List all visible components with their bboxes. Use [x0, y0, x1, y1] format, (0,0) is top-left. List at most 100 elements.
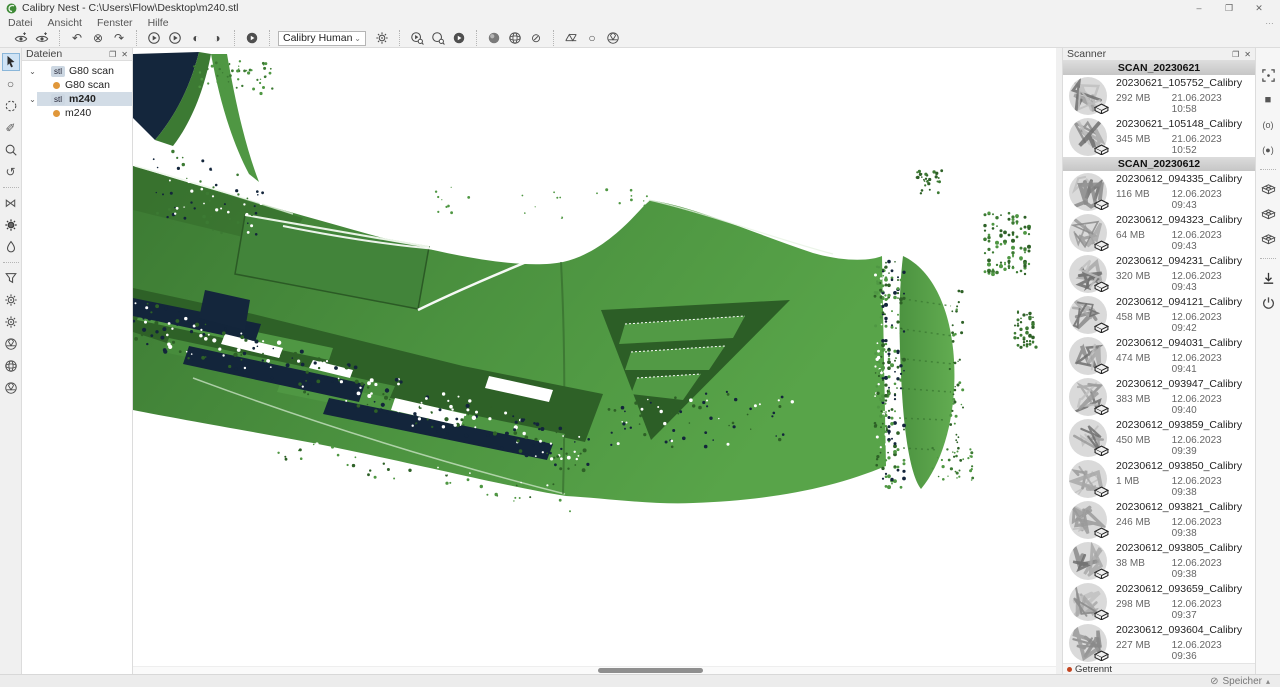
scan-item[interactable]: 20230612_093659_Calibry 298 MB 12.06.202…	[1063, 581, 1255, 622]
lasso-dashed-icon[interactable]	[2, 97, 20, 115]
chevron-expanded-icon[interactable]: ⌄	[28, 67, 37, 76]
play-filled-alt-icon[interactable]	[450, 30, 468, 46]
mesh-edit-gear-icon[interactable]	[2, 313, 20, 331]
scan-thumbnail	[1069, 254, 1109, 293]
tree-item-file[interactable]: ⌄ stl m240	[22, 92, 132, 106]
stl-badge: stl	[51, 93, 65, 105]
filter-funnel-icon[interactable]	[2, 269, 20, 287]
scan-item[interactable]: 20230612_093947_Calibry 383 MB 12.06.202…	[1063, 376, 1255, 417]
horizontal-scrollbar[interactable]	[133, 666, 1056, 674]
menu-ansicht[interactable]: Ansicht	[48, 17, 82, 29]
scan-item[interactable]: 20230612_094121_Calibry 458 MB 12.06.202…	[1063, 294, 1255, 335]
scan-size: 458 MB	[1116, 311, 1151, 323]
selection-rotate-icon[interactable]: ↺	[2, 163, 20, 181]
lasso-circle-icon[interactable]: ○	[2, 75, 20, 93]
scan-date: 12.06.2023 09:42	[1171, 311, 1222, 334]
sphere-shaded-icon[interactable]	[485, 30, 503, 46]
play-alt-icon[interactable]	[166, 30, 184, 46]
scan-item[interactable]: 20230621_105752_Calibry 292 MB 21.06.202…	[1063, 75, 1255, 116]
horizontal-scrollbar-thumb[interactable]	[598, 668, 703, 673]
scan-item[interactable]: 20230612_094335_Calibry 116 MB 12.06.202…	[1063, 171, 1255, 212]
minimize-button[interactable]: –	[1184, 0, 1214, 16]
contrast-right-icon[interactable]: ◑	[208, 30, 226, 46]
expand-up-icon[interactable]: ▴	[1266, 677, 1270, 686]
mesh-preview-3-icon[interactable]	[1258, 230, 1278, 248]
redo-icon[interactable]: ↷	[110, 30, 128, 46]
scan-item[interactable]: 20230621_105148_Calibry 345 MB 21.06.202…	[1063, 116, 1255, 157]
scan-profile-select[interactable]: Calibry Human ⌄	[278, 30, 366, 46]
tree-row-body[interactable]: stl m240	[37, 92, 132, 106]
scan-size: 38 MB	[1116, 557, 1145, 569]
scan-group-header[interactable]: SCAN_20230621	[1063, 61, 1255, 75]
circle-outline-icon[interactable]: ○	[583, 30, 601, 46]
toolbar-group: ◐ ◑	[136, 30, 234, 46]
contrast-left-icon[interactable]: ◐	[187, 30, 205, 46]
play-icon[interactable]	[145, 30, 163, 46]
scan-item[interactable]: 20230612_094231_Calibry 320 MB 12.06.202…	[1063, 253, 1255, 294]
mesh-build-gear-icon[interactable]	[2, 291, 20, 309]
close-panel-icon[interactable]: ✕	[121, 50, 128, 59]
close-panel-icon[interactable]: ✕	[1244, 50, 1251, 59]
tree-item-file[interactable]: ⌄ stl G80 scan	[22, 64, 132, 78]
scan-item[interactable]: 20230612_093821_Calibry 246 MB 12.06.202…	[1063, 499, 1255, 540]
mesh-wire-icon[interactable]	[562, 30, 580, 46]
close-button[interactable]: ✕	[1244, 0, 1274, 16]
sphere-mesh-icon[interactable]	[506, 30, 524, 46]
scan-item[interactable]: 20230612_093805_Calibry 38 MB 12.06.2023…	[1063, 540, 1255, 581]
preset-settings-gear-icon[interactable]	[373, 30, 391, 46]
scan-item[interactable]: 20230612_094031_Calibry 474 MB 12.06.202…	[1063, 335, 1255, 376]
disconnected-dot-icon	[1067, 666, 1072, 672]
align-icon[interactable]: ⋈	[2, 194, 20, 212]
select-pointer-icon[interactable]	[1, 53, 20, 71]
scan-group-header[interactable]: SCAN_20230612	[1063, 157, 1255, 171]
marker-hollow-icon[interactable]: (o)	[1258, 116, 1278, 134]
menu-datei[interactable]: Datei	[8, 17, 33, 29]
smoothing-drop-icon[interactable]	[2, 238, 20, 256]
menu-hilfe[interactable]: Hilfe	[148, 17, 169, 29]
selection-tool-column: ○ ✐ ↺ ⋈	[0, 48, 22, 674]
registration-gear-icon[interactable]	[2, 216, 20, 234]
mesh-preview-2-icon[interactable]	[1258, 205, 1278, 223]
mesh-simplify-icon[interactable]	[2, 335, 20, 353]
scan-item[interactable]: 20230612_093604_Calibry 227 MB 12.06.202…	[1063, 622, 1255, 663]
sphere-tool-icon[interactable]	[2, 379, 20, 397]
marker-filled-icon[interactable]: (●)	[1258, 141, 1278, 159]
storage-status-label[interactable]: Speicher	[1223, 676, 1262, 687]
play-search-icon[interactable]	[408, 30, 426, 46]
scan-thumbnail	[1069, 295, 1109, 334]
menu-fenster[interactable]: Fenster	[97, 17, 133, 29]
window-controls: – ❐ ✕	[1184, 0, 1274, 16]
3d-viewport[interactable]	[133, 48, 1056, 674]
cancel-icon[interactable]: ⊗	[89, 30, 107, 46]
scan-item[interactable]: 20230612_094323_Calibry 64 MB 12.06.2023…	[1063, 212, 1255, 253]
toolbar-overflow-icon[interactable]: …	[1265, 16, 1274, 26]
capture-region-icon[interactable]	[1258, 66, 1278, 84]
download-scan-icon[interactable]	[1258, 269, 1278, 287]
tree-item-scan[interactable]: G80 scan	[22, 78, 132, 92]
tree-row-body[interactable]: stl G80 scan	[37, 64, 132, 78]
mesh-ball-icon[interactable]	[604, 30, 622, 46]
files-panel-title: Dateien	[26, 48, 63, 60]
import-view-icon[interactable]	[12, 30, 30, 46]
stop-scan-icon[interactable]: ■	[1258, 91, 1278, 109]
scan-item[interactable]: 20230612_093850_Calibry 1 MB 12.06.2023 …	[1063, 458, 1255, 499]
import-view-alt-icon[interactable]	[33, 30, 51, 46]
scan-item[interactable]: 20230612_093859_Calibry 450 MB 12.06.202…	[1063, 417, 1255, 458]
sphere-search-icon[interactable]	[429, 30, 447, 46]
scan-date: 12.06.2023 09:43	[1171, 229, 1222, 252]
float-panel-icon[interactable]: ❐	[1232, 50, 1239, 59]
maximize-button[interactable]: ❐	[1214, 0, 1244, 16]
undo-icon[interactable]: ↶	[68, 30, 86, 46]
selection-zoom-icon[interactable]	[2, 141, 20, 159]
texture-sphere-icon[interactable]	[2, 357, 20, 375]
power-icon[interactable]	[1258, 294, 1278, 312]
tree-item-scan[interactable]: m240	[22, 106, 132, 120]
play-filled-icon[interactable]	[243, 30, 261, 46]
float-panel-icon[interactable]: ❐	[109, 50, 116, 59]
disabled-icon[interactable]: ⊘	[527, 30, 545, 46]
chevron-expanded-icon[interactable]: ⌄	[28, 95, 37, 104]
scan-size: 116 MB	[1116, 188, 1150, 200]
scan-thumbnail	[1069, 336, 1109, 375]
mesh-preview-icon[interactable]	[1258, 180, 1278, 198]
lasso-freehand-icon[interactable]: ✐	[2, 119, 20, 137]
